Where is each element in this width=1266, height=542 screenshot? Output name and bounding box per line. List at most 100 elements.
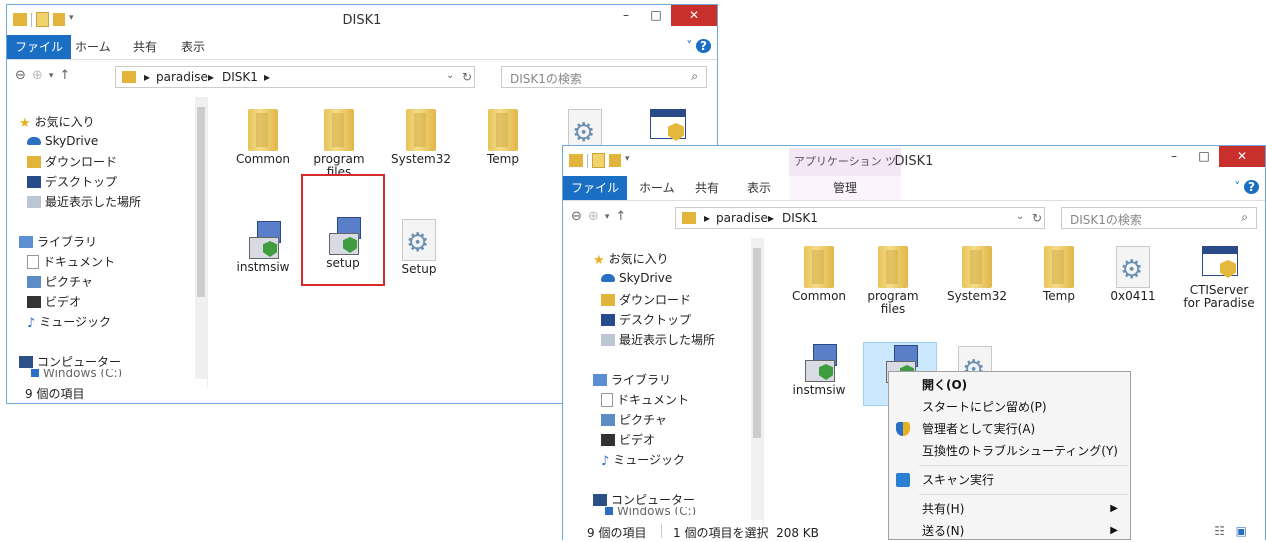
nav-item-skydrive[interactable]: SkyDrive [27,134,98,148]
context-menu-item[interactable]: 送る(N) ▶ [889,520,1130,542]
nav-item-recent[interactable]: 最近表示した場所 [27,193,141,210]
title-bar[interactable]: ▾ アプリケーション ツール DISK1 – □ ✕ [563,146,1265,196]
breadcrumb-disk1[interactable]: DISK1 [222,70,258,84]
file-item[interactable]: System32 [385,109,457,166]
minimize-button[interactable]: – [611,5,641,26]
details-view-icon[interactable]: ☷ [1214,524,1225,538]
pictures-icon [27,275,41,288]
search-input[interactable]: DISK1の検索 ⌕ [1061,207,1257,229]
address-bar[interactable]: ▸ paradise ▸ DISK1 ⌄ ↻ [675,207,1045,229]
context-menu-item[interactable]: 共有(H) ▶ [889,498,1130,520]
nav-item-downloads[interactable]: ダウンロード [601,291,691,308]
nav-item-desktop[interactable]: デスクトップ [601,311,691,328]
nav-item-music[interactable]: ♪ ミュージック [601,451,685,469]
file-item[interactable]: instmsiw [227,219,299,274]
file-item[interactable]: CTIServer for Paradise [1183,242,1255,310]
tab-home[interactable]: ホーム [631,176,683,200]
nav-item-videos[interactable]: ビデオ [601,431,655,448]
cloud-icon [601,274,615,282]
back-icon[interactable]: ⊖ [15,68,26,83]
file-item[interactable]: instmsiw [783,342,855,397]
context-menu-item[interactable]: 互換性のトラブルシューティング(Y) [889,440,1130,462]
nav-item-windows-c[interactable]: Windows (C:) [605,507,696,515]
recent-dropdown-icon[interactable]: ▾ [605,212,610,222]
nav-item-videos[interactable]: ビデオ [27,293,81,310]
nav-item-documents[interactable]: ドキュメント [27,253,115,270]
nav-item-skydrive[interactable]: SkyDrive [601,271,672,285]
up-arrow-icon[interactable]: ↑ [615,209,626,224]
large-icons-view-icon[interactable]: ▣ [1236,524,1247,538]
address-dropdown-icon[interactable]: ⌄ [1016,211,1024,222]
nav-item-music[interactable]: ♪ ミュージック [27,313,111,331]
nav-item-desktop[interactable]: デスクトップ [27,173,117,190]
context-menu-label: 管理者として実行(A) [922,422,1036,436]
nav-label: デスクトップ [45,175,118,189]
nav-item-pictures[interactable]: ピクチャ [601,411,667,428]
up-arrow-icon[interactable]: ↑ [59,68,70,83]
nav-scrollbar[interactable] [751,238,763,520]
breadcrumb-paradise[interactable]: paradise [716,211,768,225]
close-button[interactable]: ✕ [671,5,717,26]
file-item[interactable]: System32 [941,246,1013,303]
tab-view[interactable]: 表示 [173,35,213,59]
nav-item-libraries[interactable]: ライブラリ [19,233,97,250]
help-icon[interactable]: ˅ ? [686,39,711,53]
folder-icon [962,246,992,288]
file-item-label: 0x0411 [1110,289,1156,303]
address-dropdown-icon[interactable]: ⌄ [446,70,454,81]
back-icon[interactable]: ⊖ [571,209,582,224]
nav-item-pictures[interactable]: ピクチャ [27,273,93,290]
file-item[interactable] [631,105,703,147]
breadcrumb-paradise[interactable]: paradise [156,70,208,84]
recent-dropdown-icon[interactable]: ▾ [49,71,54,81]
file-item[interactable]: Setup [383,219,455,276]
file-item[interactable]: program files [303,109,375,179]
nav-scrollbar[interactable] [195,97,207,379]
file-item[interactable]: Temp [467,109,539,166]
minimize-button[interactable]: – [1159,146,1189,167]
tab-home[interactable]: ホーム [67,35,119,59]
breadcrumb-sep-icon: ▸ [768,211,775,225]
context-menu-item[interactable]: 開く(O) [889,374,1130,396]
context-menu-item[interactable]: スキャン実行 [889,469,1130,491]
tab-manage[interactable]: 管理 [789,176,901,200]
nav-item-downloads[interactable]: ダウンロード [27,153,117,170]
file-item[interactable]: program files [857,246,929,316]
nav-item-favorites[interactable]: ★ お気に入り [19,113,95,131]
file-item[interactable]: Temp [1023,246,1095,303]
close-button[interactable]: ✕ [1219,146,1265,167]
context-menu-item[interactable]: 管理者として実行(A) [889,418,1130,440]
file-item-label: Common [791,289,847,303]
file-item[interactable]: Common [783,246,855,303]
forward-icon[interactable]: ⊕ [588,209,599,224]
address-bar[interactable]: ▸ paradise ▸ DISK1 ▸ ⌄ ↻ [115,66,475,88]
context-menu-item[interactable]: スタートにピン留め(P) [889,396,1130,418]
title-bar[interactable]: ▾ DISK1 – □ ✕ [7,5,717,35]
nav-item-libraries[interactable]: ライブラリ [593,371,671,388]
tab-file[interactable]: ファイル [563,176,628,200]
tab-file[interactable]: ファイル [7,35,72,59]
tab-share[interactable]: 共有 [687,176,727,200]
refresh-icon[interactable]: ↻ [462,70,472,84]
nav-label: ピクチャ [45,275,93,289]
forward-icon[interactable]: ⊕ [32,68,43,83]
search-placeholder: DISK1の検索 [1070,213,1142,227]
nav-item-recent[interactable]: 最近表示した場所 [601,331,715,348]
application-icon [646,105,688,145]
search-input[interactable]: DISK1の検索 ⌕ [501,66,707,88]
refresh-icon[interactable]: ↻ [1032,211,1042,225]
breadcrumb-disk1[interactable]: DISK1 [782,211,818,225]
nav-label: お気に入り [34,115,95,129]
file-item[interactable]: 0x0411 [1097,246,1169,303]
help-icon[interactable]: ˅ ? [1234,180,1259,194]
nav-item-documents[interactable]: ドキュメント [601,391,689,408]
tab-view[interactable]: 表示 [739,176,779,200]
maximize-button[interactable]: □ [641,5,671,26]
nav-item-computer[interactable]: コンピューター [19,353,121,370]
nav-item-computer[interactable]: コンピューター [593,491,695,508]
nav-item-windows-c[interactable]: Windows (C:) [31,369,122,377]
file-item[interactable]: Common [227,109,299,166]
nav-item-favorites[interactable]: ★ お気に入り [593,250,669,268]
tab-share[interactable]: 共有 [125,35,165,59]
maximize-button[interactable]: □ [1189,146,1219,167]
